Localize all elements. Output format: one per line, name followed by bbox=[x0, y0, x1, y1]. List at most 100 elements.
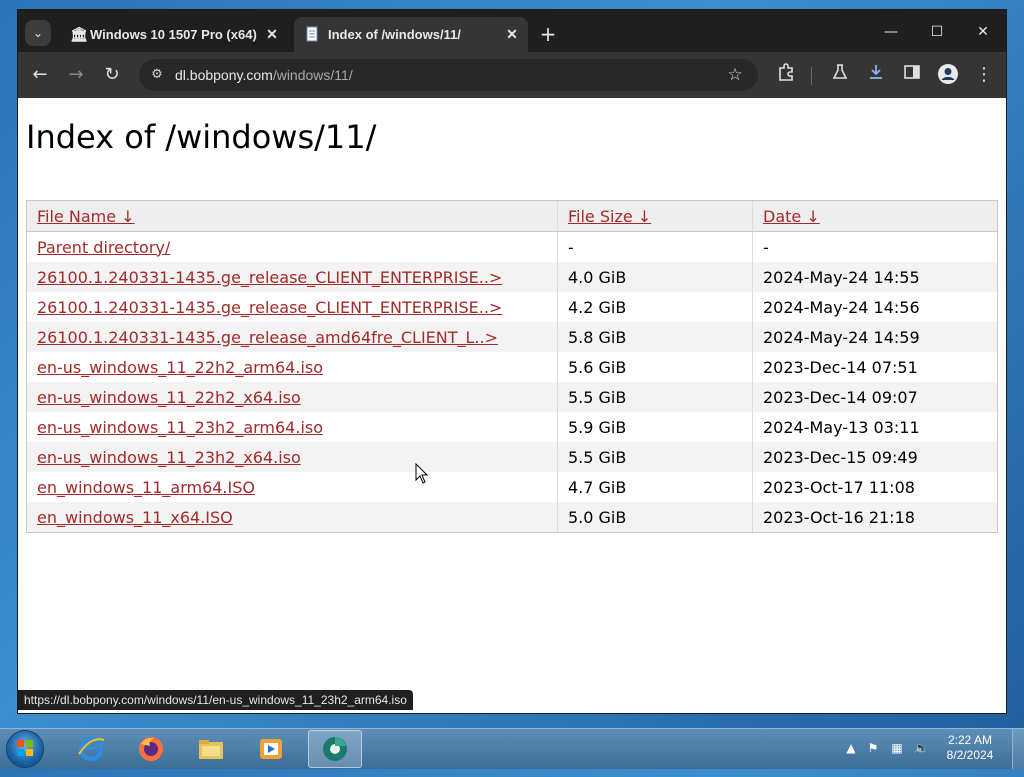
download-icon[interactable] bbox=[864, 63, 888, 87]
more-menu-icon[interactable]: ⋮ bbox=[972, 63, 996, 87]
clock-time: 2:22 AM bbox=[947, 733, 993, 747]
tray-expand-icon[interactable]: ▲ bbox=[844, 741, 858, 755]
file-link[interactable]: 26100.1.240331-1435.ge_release_amd64fre_… bbox=[37, 328, 498, 347]
tab-title: Windows 10 1507 Pro (x64) : M bbox=[90, 27, 258, 42]
table-row: en-us_windows_11_23h2_x64.iso 5.5 GiB 2023… bbox=[27, 442, 997, 472]
tab-search-button[interactable]: ⌄ bbox=[25, 20, 51, 46]
toolbar-divider bbox=[811, 67, 812, 85]
parent-directory-link[interactable]: Parent directory/ bbox=[37, 238, 170, 257]
file-name-cell: 26100.1.240331-1435.ge_release_amd64fre_… bbox=[27, 322, 557, 352]
table-row: en-us_windows_11_22h2_x64.iso 5.5 GiB 2023… bbox=[27, 382, 997, 412]
chrome-canary-icon[interactable] bbox=[308, 730, 362, 768]
file-date-cell: 2024-May-24 14:56 bbox=[752, 292, 997, 322]
windows-logo-icon bbox=[16, 739, 34, 757]
file-link[interactable]: en-us_windows_11_22h2_x64.iso bbox=[37, 388, 301, 407]
file-name-cell: en_windows_11_arm64.ISO bbox=[27, 472, 557, 502]
file-size-cell: 4.0 GiB bbox=[557, 262, 752, 292]
volume-muted-icon[interactable]: 🔈 bbox=[914, 741, 929, 755]
side-panel-icon[interactable] bbox=[900, 63, 924, 87]
start-button[interactable] bbox=[7, 731, 43, 767]
file-date-cell: 2023-Oct-17 11:08 bbox=[752, 472, 997, 502]
url-path: /windows/11/ bbox=[272, 67, 353, 83]
network-icon[interactable]: ▦ bbox=[890, 741, 904, 755]
new-tab-button[interactable]: + bbox=[536, 22, 560, 46]
close-window-button[interactable]: ✕ bbox=[960, 18, 1006, 46]
sort-by-size-link[interactable]: File Size ↓ bbox=[568, 207, 651, 226]
file-name-cell: Parent directory/ bbox=[27, 232, 557, 262]
close-tab-icon[interactable]: ✕ bbox=[262, 24, 282, 44]
address-bar[interactable]: ⚙ dl.bobpony.com/windows/11/ ☆ bbox=[139, 59, 758, 91]
tab-index-windows-11[interactable]: Index of /windows/11/ ✕ bbox=[294, 17, 528, 52]
system-clock[interactable]: 2:22 AM 8/2/2024 bbox=[940, 733, 1000, 763]
table-row: en_windows_11_x64.ISO 5.0 GiB 2023-Oct-16 … bbox=[27, 502, 997, 532]
site-info-icon[interactable]: ⚙ bbox=[149, 67, 165, 83]
sort-by-date-link[interactable]: Date ↓ bbox=[763, 207, 820, 226]
bookmark-star-icon[interactable]: ☆ bbox=[724, 64, 746, 86]
mouse-cursor-icon bbox=[415, 463, 429, 484]
file-name-cell: 26100.1.240331-1435.ge_release_CLIENT_EN… bbox=[27, 262, 557, 292]
file-size-cell: 4.2 GiB bbox=[557, 292, 752, 322]
file-size-cell: 5.6 GiB bbox=[557, 352, 752, 382]
taskbar: ▲ ⚑ ▦ 🔈 2:22 AM 8/2/2024 bbox=[0, 728, 1024, 769]
file-name-cell: en_windows_11_x64.ISO bbox=[27, 502, 557, 532]
file-name-cell: en-us_windows_11_22h2_arm64.iso bbox=[27, 352, 557, 382]
page-content: Index of /windows/11/ File Name ↓ File S… bbox=[18, 98, 1006, 713]
file-size-cell: 5.0 GiB bbox=[557, 502, 752, 532]
bank-icon: 🏛 bbox=[70, 26, 88, 42]
column-header-file-size: File Size ↓ bbox=[557, 201, 752, 232]
file-size-cell: 5.8 GiB bbox=[557, 322, 752, 352]
file-date-cell: 2024-May-13 03:11 bbox=[752, 412, 997, 442]
close-tab-icon[interactable]: ✕ bbox=[502, 24, 522, 44]
table-row: 26100.1.240331-1435.ge_release_CLIENT_EN… bbox=[27, 292, 997, 322]
chevron-down-icon: ⌄ bbox=[32, 26, 44, 40]
show-desktop-button[interactable] bbox=[1012, 729, 1024, 769]
table-row: en-us_windows_11_23h2_arm64.iso 5.9 GiB 20… bbox=[27, 412, 997, 442]
browser-toolbar: ← → ↻ ⚙ dl.bobpony.com/windows/11/ ☆ ⋮ bbox=[18, 52, 1006, 98]
file-listing-table: File Name ↓ File Size ↓ Date ↓ Parent di… bbox=[26, 200, 998, 533]
firefox-icon[interactable] bbox=[124, 730, 178, 768]
profile-avatar-icon[interactable] bbox=[936, 63, 960, 87]
file-link[interactable]: en_windows_11_x64.ISO bbox=[37, 508, 233, 527]
file-link[interactable]: en-us_windows_11_22h2_arm64.iso bbox=[37, 358, 323, 377]
url-text[interactable]: dl.bobpony.com/windows/11/ bbox=[175, 67, 353, 83]
file-name-cell: 26100.1.240331-1435.ge_release_CLIENT_EN… bbox=[27, 292, 557, 322]
internet-explorer-icon[interactable] bbox=[64, 730, 118, 768]
sort-by-name-link[interactable]: File Name ↓ bbox=[37, 207, 135, 226]
extensions-icon[interactable] bbox=[774, 63, 798, 87]
file-link[interactable]: 26100.1.240331-1435.ge_release_CLIENT_EN… bbox=[37, 298, 502, 317]
table-row: Parent directory/ - - bbox=[27, 232, 997, 262]
link-hover-status: https://dl.bobpony.com/windows/11/en-us_… bbox=[18, 690, 413, 710]
file-date-cell: 2024-May-24 14:59 bbox=[752, 322, 997, 352]
maximize-button[interactable]: ☐ bbox=[914, 18, 960, 46]
clock-date: 8/2/2024 bbox=[946, 748, 994, 762]
table-header-row: File Name ↓ File Size ↓ Date ↓ bbox=[27, 201, 997, 232]
file-size-cell: 5.5 GiB bbox=[557, 442, 752, 472]
url-host: dl.bobpony.com bbox=[175, 67, 273, 83]
browser-window: ⌄ 🏛 Windows 10 1507 Pro (x64) : M ✕ Inde… bbox=[18, 10, 1006, 713]
action-center-flag-icon[interactable]: ⚑ bbox=[866, 741, 880, 755]
file-size-cell: 5.5 GiB bbox=[557, 382, 752, 412]
forward-icon[interactable]: → bbox=[64, 63, 88, 87]
file-link[interactable]: en_windows_11_arm64.ISO bbox=[37, 478, 255, 497]
table-row: 26100.1.240331-1435.ge_release_amd64fre_… bbox=[27, 322, 997, 352]
page-title: Index of /windows/11/ bbox=[26, 118, 377, 156]
reload-icon[interactable]: ↻ bbox=[100, 63, 124, 87]
back-icon[interactable]: ← bbox=[28, 63, 52, 87]
tab-windows-10[interactable]: 🏛 Windows 10 1507 Pro (x64) : M ✕ bbox=[60, 17, 288, 52]
tab-title: Index of /windows/11/ bbox=[328, 27, 461, 42]
minimize-button[interactable]: — bbox=[868, 18, 914, 46]
column-header-file-name: File Name ↓ bbox=[27, 201, 557, 232]
file-size-cell: 5.9 GiB bbox=[557, 412, 752, 442]
file-link[interactable]: 26100.1.240331-1435.ge_release_CLIENT_EN… bbox=[37, 268, 502, 287]
file-link[interactable]: en-us_windows_11_23h2_x64.iso bbox=[37, 448, 301, 467]
file-date-cell: 2023-Dec-15 09:49 bbox=[752, 442, 997, 472]
document-icon bbox=[304, 26, 320, 42]
table-row: 26100.1.240331-1435.ge_release_CLIENT_EN… bbox=[27, 262, 997, 292]
file-name-cell: en-us_windows_11_23h2_arm64.iso bbox=[27, 412, 557, 442]
file-link[interactable]: en-us_windows_11_23h2_arm64.iso bbox=[37, 418, 323, 437]
file-size-cell: - bbox=[557, 232, 752, 262]
file-explorer-icon[interactable] bbox=[184, 730, 238, 768]
labs-flask-icon[interactable] bbox=[828, 63, 852, 87]
column-header-date: Date ↓ bbox=[752, 201, 997, 232]
media-player-icon[interactable] bbox=[244, 730, 298, 768]
